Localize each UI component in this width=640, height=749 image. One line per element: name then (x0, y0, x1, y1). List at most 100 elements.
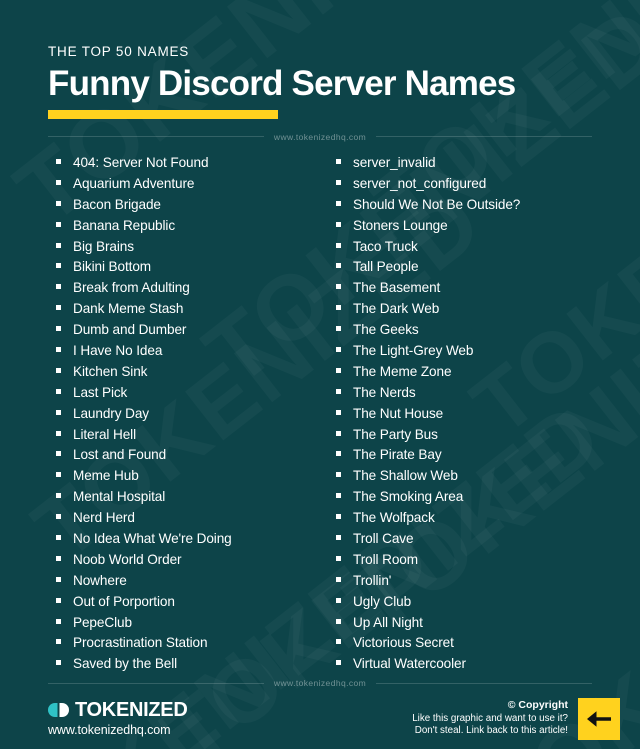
bullet-square-icon (336, 618, 341, 624)
list-item: Laundry Day (40, 407, 320, 428)
bullet-square-icon (56, 200, 61, 206)
list-item-label: The Nut House (353, 405, 444, 421)
bullet-square-icon (56, 347, 61, 352)
list-item-label: Nowhere (73, 572, 127, 588)
list-item-label: The Basement (353, 280, 441, 296)
bullet-square-icon (56, 284, 61, 290)
list-item-label: Out of Porportion (73, 593, 175, 609)
bullet-square-icon (336, 242, 341, 248)
list-item-label: Virtual Watercooler (353, 656, 466, 672)
list-item: The Nut House (320, 407, 600, 428)
list-item-label: Dank Meme Stash (73, 301, 184, 317)
bullet-square-icon (336, 305, 341, 311)
bullet-square-icon (336, 451, 341, 457)
list-item: Nowhere (40, 574, 320, 595)
brand-url[interactable]: www.tokenizedhq.com (48, 724, 188, 737)
bullet-square-icon (336, 367, 341, 373)
list-item-label: The Geeks (353, 322, 419, 338)
title-underline (48, 109, 278, 119)
bullet-square-icon (56, 305, 61, 311)
list-item-label: The Pirate Bay (353, 447, 442, 463)
list-item-label: Bacon Brigade (73, 196, 161, 212)
list-item: Noob World Order (40, 553, 320, 574)
list-item: Kitchen Sink (40, 365, 320, 386)
list-item-label: Troll Room (353, 551, 418, 567)
list-item: The Basement (320, 281, 600, 302)
list-item: No Idea What We're Doing (40, 532, 320, 553)
brand-block: TOKENIZED www.tokenizedhq.com (48, 700, 188, 737)
list-item-label: Victorious Secret (353, 635, 454, 651)
list-item-label: Lost and Found (73, 447, 167, 463)
arrow-left-icon (587, 710, 611, 727)
list-item: The Dark Web (320, 302, 600, 323)
list-item-label: PepeClub (73, 614, 132, 630)
page-title: Funny Discord Server Names (48, 64, 516, 104)
copyright-heading: © Copyright (507, 699, 568, 712)
list-item: Aquarium Adventure (40, 177, 320, 198)
names-column-right: server_invalid server_not_configured Shoul… (320, 156, 600, 678)
list-item: 404: Server Not Found (40, 156, 320, 177)
list-item-label: Should We Not Be Outside? (353, 196, 521, 212)
bullet-square-icon (56, 242, 61, 248)
list-item: Banana Republic (40, 219, 320, 240)
bullet-square-icon (56, 263, 61, 269)
bullet-square-icon (336, 514, 341, 520)
top-divider: www.tokenizedhq.com (0, 132, 640, 142)
list-item-label: Last Pick (73, 384, 128, 400)
list-item: Saved by the Bell (40, 657, 320, 678)
bullet-square-icon (56, 639, 61, 645)
list-item-label: The Wolfpack (353, 510, 435, 526)
copyright-line-1: Like this graphic and want to use it? (412, 712, 568, 724)
bullet-square-icon (56, 472, 61, 478)
copyright-text: © Copyright Like this graphic and want t… (412, 699, 568, 738)
bullet-square-icon (56, 660, 61, 666)
list-item-label: The Smoking Area (353, 489, 464, 505)
bullet-square-icon (336, 493, 341, 499)
list-item: Dumb and Dumber (40, 323, 320, 344)
header: THE TOP 50 NAMES Funny Discord Server Na… (0, 0, 640, 119)
list-item: Procrastination Station (40, 636, 320, 657)
list-item: Trollin' (320, 574, 600, 595)
bullet-square-icon (56, 535, 61, 541)
logo[interactable]: TOKENIZED (48, 700, 188, 720)
bullet-square-icon (56, 618, 61, 624)
back-arrow-button[interactable] (578, 697, 620, 740)
tokenized-logo-icon (48, 703, 69, 718)
list-item: Tall People (320, 260, 600, 281)
bullet-square-icon (56, 451, 61, 457)
list-item-label: server_not_configured (353, 175, 487, 191)
logo-wordmark: TOKENIZED (75, 699, 188, 722)
bullet-square-icon (56, 221, 61, 227)
list-item: Dank Meme Stash (40, 302, 320, 323)
bullet-square-icon (56, 367, 61, 373)
bullet-square-icon (56, 430, 61, 436)
list-item: I Have No Idea (40, 344, 320, 365)
list-item: Troll Cave (320, 532, 600, 553)
list-item: Nerd Herd (40, 511, 320, 532)
list-item: The Shallow Web (320, 469, 600, 490)
bottom-divider: www.tokenizedhq.com (0, 678, 640, 688)
list-item: Should We Not Be Outside? (320, 198, 600, 219)
list-item: Big Brains (40, 239, 320, 261)
list-item-label: Mental Hospital (73, 489, 166, 505)
divider-rule-left (48, 682, 264, 684)
list-item-label: Saved by the Bell (73, 656, 178, 672)
bullet-square-icon (336, 472, 341, 478)
list-item: Up All Night (320, 615, 600, 637)
list-item-label: Noob World Order (73, 551, 182, 567)
infographic-page: THE TOP 50 NAMES Funny Discord Server Na… (0, 0, 640, 749)
list-item-label: The Shallow Web (353, 468, 458, 484)
bullet-square-icon (336, 221, 341, 227)
copyright-block: © Copyright Like this graphic and want t… (412, 697, 620, 740)
bullet-square-icon (56, 158, 61, 164)
bullet-square-icon (336, 409, 341, 415)
list-item-label: Dumb and Dumber (73, 322, 187, 338)
bullet-square-icon (336, 555, 341, 561)
list-item-label: 404: Server Not Found (73, 154, 209, 170)
list-item-label: Aquarium Adventure (73, 175, 195, 191)
list-item-label: Laundry Day (73, 405, 149, 421)
list-item-label: Break from Adulting (73, 280, 190, 296)
list-item: Meme Hub (40, 469, 320, 490)
list-item: Last Pick (40, 386, 320, 407)
bullet-square-icon (336, 347, 341, 352)
